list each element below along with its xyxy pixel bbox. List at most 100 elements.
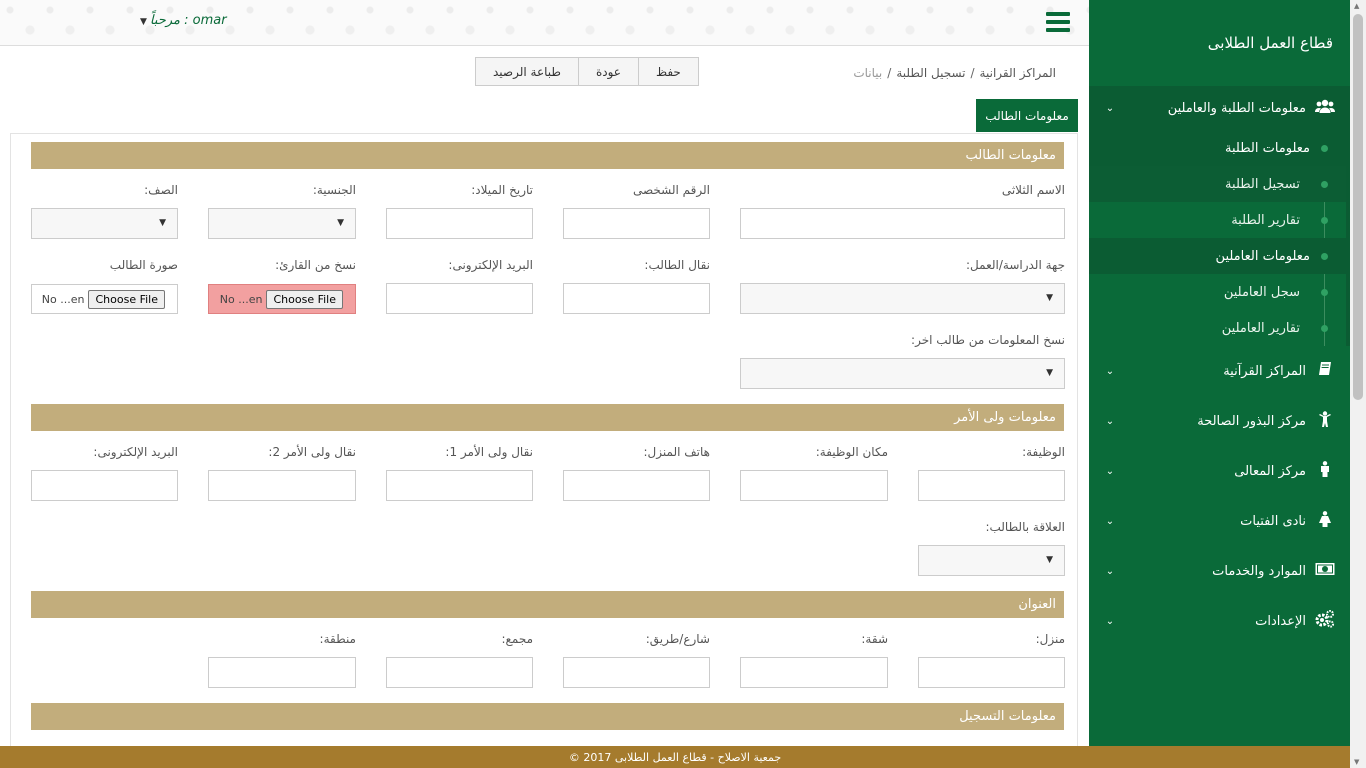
- submenu-head-staff[interactable]: معلومات العاملين: [1089, 238, 1346, 274]
- page-scrollbar[interactable]: ▲ ▼: [1350, 0, 1366, 768]
- guardian-email-input[interactable]: [31, 470, 178, 501]
- choose-file-button[interactable]: Choose File: [88, 289, 165, 309]
- sidebar-item-good-seeds[interactable]: مركز البذور الصالحة ⌄: [1089, 396, 1350, 446]
- label-house: منزل:: [1035, 632, 1065, 646]
- sidebar-item-maali-center[interactable]: مركز المعالى ⌄: [1089, 446, 1350, 496]
- breadcrumb-current: بيانات: [853, 66, 883, 80]
- choose-file-button[interactable]: Choose File: [266, 289, 343, 309]
- label-student-mobile: نقال الطالب:: [644, 258, 710, 272]
- sidebar-item-label: معلومات الطلبة والعاملين: [1167, 100, 1306, 116]
- user-menu[interactable]: ▼ مرحباً : omar: [140, 13, 227, 28]
- label-nationality: الجنسية:: [312, 183, 356, 197]
- job-input[interactable]: [918, 470, 1065, 501]
- reader-copy-file-input[interactable]: No ...en Choose File: [208, 284, 356, 314]
- sidebar-item-girls-club[interactable]: نادى الفتيات ⌄: [1089, 496, 1350, 546]
- grade-select[interactable]: ▼: [31, 208, 178, 239]
- student-photo-file-input[interactable]: No ...en Choose File: [31, 284, 178, 314]
- print-receipt-button[interactable]: طباعة الرصيد: [476, 58, 579, 85]
- label-block: مجمع:: [501, 632, 533, 646]
- label-student-photo: صورة الطالب: [109, 258, 178, 272]
- guardian-mobile2-input[interactable]: [208, 470, 356, 501]
- label-flat: شقة:: [861, 632, 888, 646]
- submenu-item-student-reports[interactable]: تقارير الطلبة: [1089, 202, 1346, 238]
- label-birth-date: تاريخ الميلاد:: [471, 183, 533, 197]
- copy-from-select[interactable]: ▼: [740, 358, 1065, 389]
- breadcrumb-item[interactable]: تسجيل الطلبة: [896, 66, 965, 80]
- block-input[interactable]: [386, 657, 533, 688]
- label-full-name: الاسم الثلاثى: [1001, 183, 1065, 197]
- label-grade: الصف:: [144, 183, 178, 197]
- submenu-students-staff: معلومات الطلبة تسجيل الطلبة تقارير الطلب…: [1089, 130, 1350, 346]
- sidebar-item-students-staff[interactable]: معلومات الطلبة والعاملين ⌄: [1089, 86, 1350, 130]
- flat-input[interactable]: [740, 657, 888, 688]
- scrollbar-thumb[interactable]: [1353, 14, 1363, 400]
- female-icon: [1314, 511, 1336, 531]
- scroll-up-icon[interactable]: ▲: [1354, 2, 1359, 10]
- scroll-down-icon[interactable]: ▼: [1354, 758, 1359, 766]
- top-bar: ▼ مرحباً : omar: [0, 0, 1089, 46]
- male-icon: [1314, 461, 1336, 481]
- file-status: No ...en: [219, 292, 263, 306]
- tab-student-info[interactable]: معلومات الطالب: [976, 99, 1078, 132]
- money-icon: [1314, 562, 1336, 580]
- label-area: منطقة:: [319, 632, 356, 646]
- study-place-select[interactable]: ▼: [740, 283, 1065, 314]
- student-email-input[interactable]: [386, 283, 533, 314]
- users-icon: [1314, 98, 1336, 118]
- caret-down-icon: ▼: [1046, 293, 1053, 303]
- submenu-item-staff-reports[interactable]: تقارير العاملين: [1089, 310, 1346, 346]
- chevron-down-icon: ⌄: [1105, 565, 1115, 577]
- label-student-email: البريد الإلكترونى:: [448, 258, 533, 272]
- caret-down-icon: ▼: [159, 218, 166, 228]
- caret-down-icon: ▼: [1046, 368, 1053, 378]
- sidebar: قطاع العمل الطلابى معلومات الطلبة والعام…: [1089, 0, 1350, 746]
- breadcrumb-item[interactable]: المراكز القرانية: [980, 66, 1056, 80]
- sidebar-item-settings[interactable]: الإعدادات ⌄: [1089, 596, 1350, 646]
- student-mobile-input[interactable]: [563, 283, 710, 314]
- national-id-input[interactable]: [563, 208, 710, 239]
- section-address: العنوان: [31, 591, 1064, 618]
- save-button[interactable]: حفظ: [639, 58, 698, 85]
- submenu-item-register-students[interactable]: تسجيل الطلبة: [1089, 166, 1346, 202]
- sidebar-title: قطاع العمل الطلابى: [1207, 34, 1333, 52]
- area-input[interactable]: [208, 657, 356, 688]
- label-guardian-mobile1: نقال ولى الأمر 1:: [445, 445, 533, 459]
- back-button[interactable]: عودة: [579, 58, 639, 85]
- label-guardian-mobile2: نقال ولى الأمر 2:: [268, 445, 356, 459]
- nationality-select[interactable]: ▼: [208, 208, 356, 239]
- label-street: شارع/طريق:: [645, 632, 710, 646]
- relation-select[interactable]: ▼: [918, 545, 1065, 576]
- chevron-down-icon: ⌄: [1105, 615, 1115, 627]
- footer: © 2017 جمعية الاصلاح - قطاع العمل الطلاب…: [0, 746, 1350, 768]
- home-phone-input[interactable]: [563, 470, 710, 501]
- child-icon: [1314, 411, 1336, 431]
- house-input[interactable]: [918, 657, 1065, 688]
- label-job: الوظيفة:: [1022, 445, 1065, 459]
- caret-down-icon: ▼: [140, 17, 147, 27]
- welcome-text: مرحباً : omar: [149, 13, 227, 28]
- menu-toggle-icon[interactable]: [1046, 12, 1070, 32]
- section-registration: معلومات التسجيل: [31, 703, 1064, 730]
- label-copy-from: نسخ المعلومات من طالب اخر:: [911, 333, 1065, 347]
- job-place-input[interactable]: [740, 470, 888, 501]
- full-name-input[interactable]: [740, 208, 1065, 239]
- label-guardian-email: البريد الإلكترونى:: [93, 445, 178, 459]
- submenu-item-staff-records[interactable]: سجل العاملين: [1089, 274, 1346, 310]
- sidebar-item-resources[interactable]: الموارد والخدمات ⌄: [1089, 546, 1350, 596]
- street-input[interactable]: [563, 657, 710, 688]
- sidebar-item-quran-centers[interactable]: المراكز القرآنية ⌄: [1089, 346, 1350, 396]
- section-student: معلومات الطالب: [31, 142, 1064, 169]
- label-home-phone: هاتف المنزل:: [643, 445, 711, 459]
- chevron-down-icon: ⌄: [1105, 365, 1115, 377]
- submenu-head-students[interactable]: معلومات الطلبة: [1089, 130, 1346, 166]
- chevron-down-icon: ⌄: [1105, 102, 1115, 114]
- guardian-mobile1-input[interactable]: [386, 470, 533, 501]
- birth-date-input[interactable]: [386, 208, 533, 239]
- label-study-place: جهة الدراسة/العمل:: [966, 258, 1065, 272]
- book-icon: [1314, 361, 1336, 381]
- section-guardian: معلومات ولى الأمر: [31, 404, 1064, 431]
- caret-down-icon: ▼: [337, 218, 344, 228]
- label-national-id: الرقم الشخصى: [633, 183, 710, 197]
- caret-down-icon: ▼: [1046, 555, 1053, 565]
- chevron-down-icon: ⌄: [1105, 415, 1115, 427]
